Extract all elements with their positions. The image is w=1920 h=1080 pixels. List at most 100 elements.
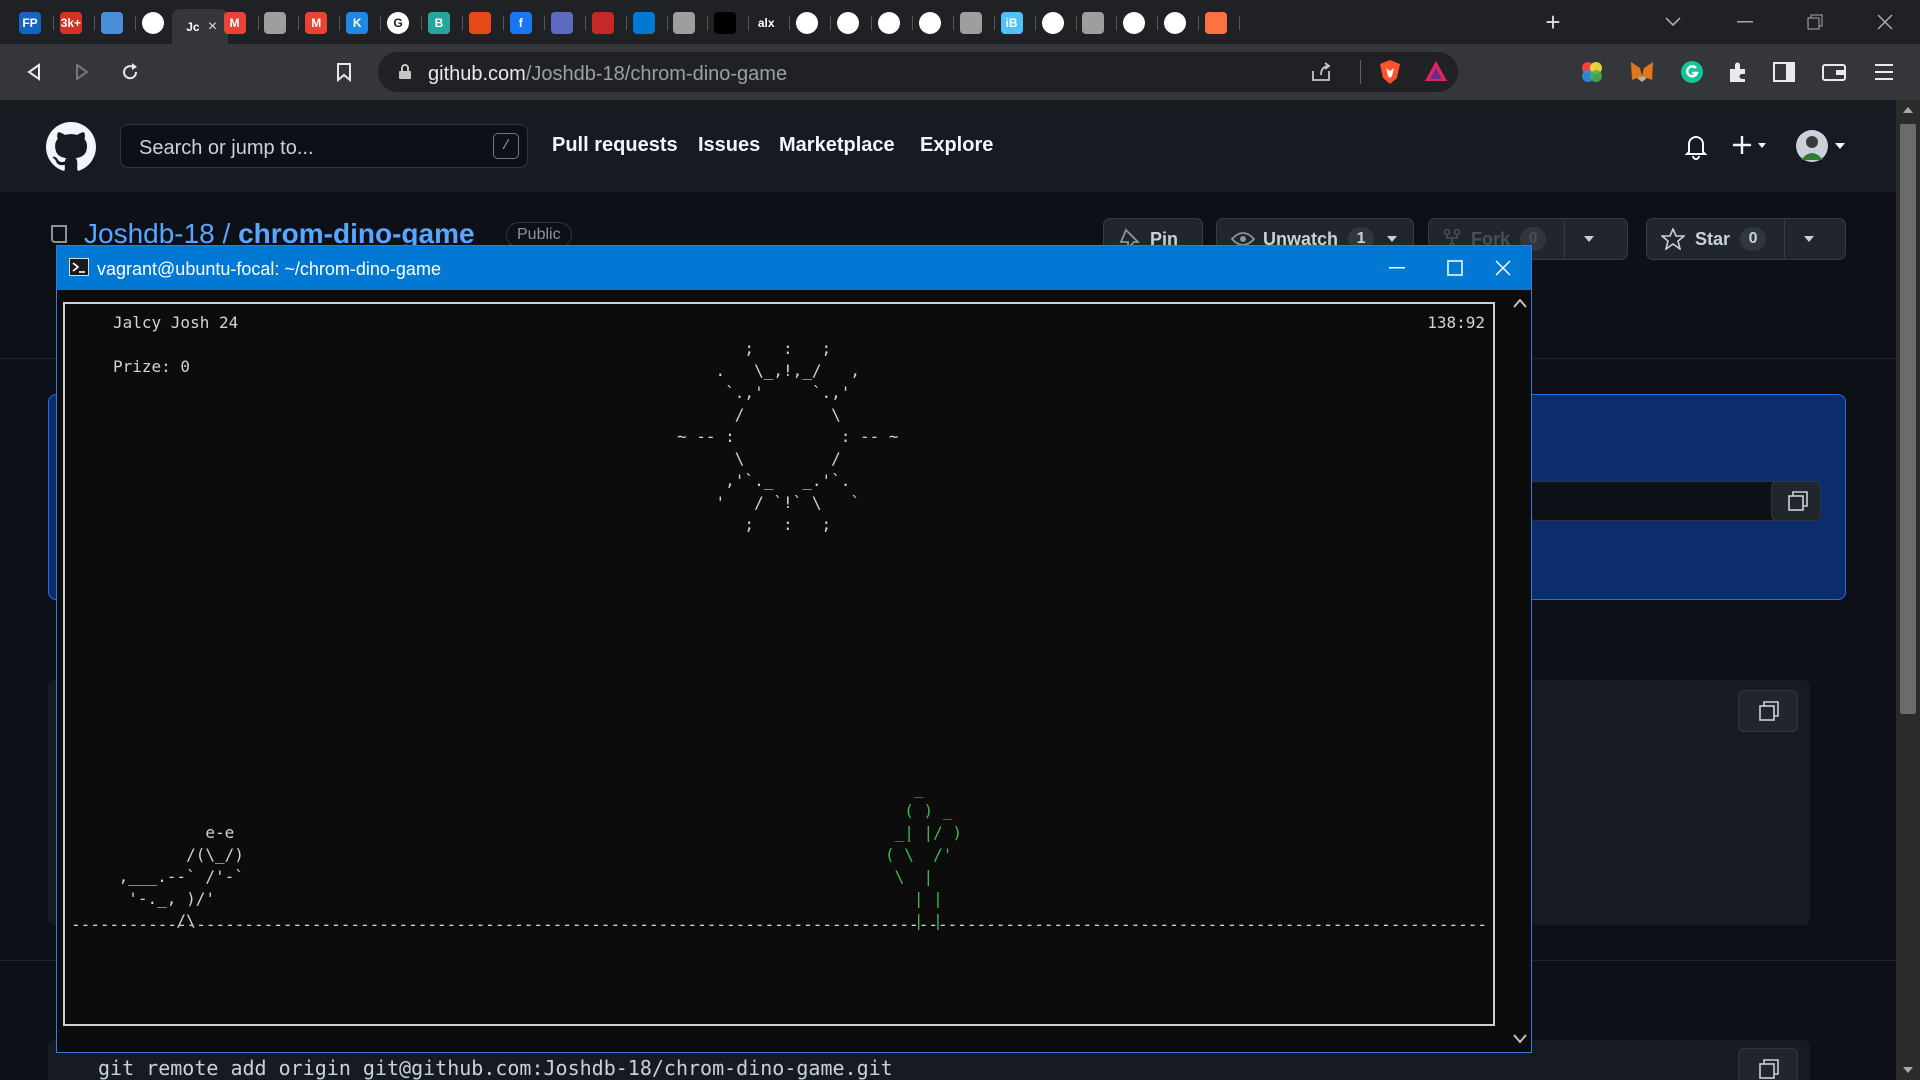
browser-tab[interactable]: B	[417, 9, 463, 37]
share-icon[interactable]	[1310, 62, 1332, 82]
tab-separator	[1239, 16, 1241, 30]
terminal-minimize-button[interactable]	[1369, 252, 1425, 284]
gmail-icon: M	[223, 12, 246, 34]
browser-tab[interactable]	[826, 9, 872, 37]
browser-tab[interactable]	[253, 9, 300, 37]
star-label: Star	[1695, 228, 1731, 249]
search-input[interactable]: Search or jump to... /	[120, 124, 528, 168]
alx-icon: alx	[755, 12, 778, 34]
browser-tab[interactable]	[131, 9, 177, 37]
game-frame: Jalcy Josh 24 Prize: 0 138:92 ; : ; . \_…	[63, 302, 1495, 1026]
terminal-scrollbar[interactable]	[1507, 290, 1531, 1054]
browser-tab[interactable]	[908, 9, 954, 37]
clone-url-input[interactable]	[1529, 481, 1799, 521]
browser-tab[interactable]	[540, 9, 586, 37]
github-logo-icon[interactable]	[46, 122, 96, 172]
browser-tab[interactable]: f	[499, 9, 545, 37]
url-text[interactable]: github.com/Joshdb-18/chrom-dino-game	[428, 63, 787, 86]
player-name: Jalcy Josh 24	[113, 313, 239, 332]
browser-tab[interactable]	[1112, 9, 1159, 37]
browser-tab[interactable]: 3k+	[49, 9, 95, 37]
create-new-dropdown[interactable]	[1732, 132, 1776, 160]
x-icon	[468, 12, 491, 34]
tab-title: Jc	[186, 19, 200, 34]
browser-tab[interactable]	[949, 9, 995, 37]
scroll-up-icon[interactable]	[1513, 298, 1527, 308]
browser-tab[interactable]	[90, 9, 136, 37]
nav-pull-requests[interactable]: Pull requests	[552, 134, 678, 157]
browser-tab[interactable]	[703, 9, 750, 37]
restore-window-button[interactable]	[1792, 8, 1838, 36]
copy-button[interactable]	[1738, 690, 1798, 732]
bookmark-icon[interactable]	[330, 58, 358, 86]
star-button[interactable]: Star 0	[1646, 218, 1846, 260]
nav-marketplace[interactable]: Marketplace	[779, 134, 895, 157]
chevron-down-icon	[1835, 143, 1845, 149]
browser-tab[interactable]: M	[294, 9, 341, 37]
sidebar-icon[interactable]	[1770, 58, 1798, 86]
brave-rewards-icon[interactable]	[1424, 60, 1448, 82]
copy-button[interactable]	[1738, 1048, 1798, 1080]
forward-icon[interactable]	[68, 58, 96, 86]
reload-icon[interactable]	[116, 58, 144, 86]
browser-tab[interactable]	[581, 9, 627, 37]
github-icon	[141, 12, 164, 34]
browser-tab[interactable]: FP	[8, 9, 54, 37]
github-icon	[1164, 12, 1187, 34]
grammarly-icon[interactable]	[1678, 58, 1706, 86]
star-count: 0	[1740, 227, 1767, 251]
browser-tab[interactable]: M	[213, 9, 259, 37]
fp-icon: FP	[19, 12, 41, 34]
metamask-icon[interactable]	[1628, 58, 1656, 86]
browser-tab[interactable]	[1194, 9, 1241, 37]
scrollbar-thumb[interactable]	[1900, 124, 1916, 714]
terminal-window[interactable]: vagrant@ubuntu-focal: ~/chrom-dino-game …	[56, 245, 1532, 1053]
browser-tab[interactable]	[1031, 9, 1077, 37]
repo-icon	[51, 225, 67, 243]
chevron-down-icon	[1584, 236, 1595, 242]
page-scrollbar[interactable]	[1896, 100, 1920, 1080]
browser-tab[interactable]	[622, 9, 668, 37]
scroll-down-icon[interactable]	[1902, 1066, 1914, 1074]
back-icon[interactable]	[20, 58, 48, 86]
wallet-icon[interactable]	[1820, 58, 1848, 86]
notifications-bell-icon[interactable]	[1684, 132, 1708, 160]
url-host: github.com	[428, 63, 526, 85]
browser-tab[interactable]	[867, 9, 913, 37]
browser-tab[interactable]	[662, 9, 709, 37]
close-window-button[interactable]	[1862, 8, 1908, 36]
github-icon	[1123, 12, 1146, 34]
nav-explore[interactable]: Explore	[920, 134, 993, 157]
copy-button[interactable]	[1771, 481, 1821, 521]
user-menu[interactable]	[1796, 130, 1848, 162]
menu-icon[interactable]	[1870, 58, 1898, 86]
browser-tab[interactable]: G	[376, 9, 423, 37]
nav-issues[interactable]: Issues	[698, 134, 760, 157]
extensions-icon[interactable]	[1724, 58, 1752, 86]
lock-icon	[399, 64, 411, 79]
browser-tab[interactable]: K	[335, 9, 382, 37]
gmail-icon: M	[305, 12, 328, 34]
browser-tab[interactable]: alx	[744, 9, 791, 37]
browser-tab[interactable]	[1153, 9, 1200, 37]
color-extension-icon[interactable]	[1578, 58, 1606, 86]
facebook-icon: f	[509, 12, 532, 34]
terminal-close-button[interactable]	[1475, 252, 1531, 284]
scroll-down-icon[interactable]	[1513, 1034, 1527, 1044]
browser-tab[interactable]: iB	[990, 9, 1036, 37]
scroll-up-icon[interactable]	[1902, 106, 1914, 114]
box-icon	[918, 12, 941, 34]
app-icon	[550, 12, 573, 34]
sun-ascii-art: ; : ; . \_,!,_/ , `.,' `.,' / \ ~ -- : :…	[677, 339, 899, 534]
terminal-title-bar[interactable]: vagrant@ubuntu-focal: ~/chrom-dino-game	[57, 246, 1531, 290]
b-icon: B	[428, 12, 450, 34]
brave-shield-icon[interactable]	[1378, 59, 1402, 85]
browser-tab[interactable]	[785, 9, 832, 37]
globe-icon	[1082, 12, 1105, 34]
address-bar[interactable]: github.com/Joshdb-18/chrom-dino-game	[378, 52, 1458, 92]
tab-search-icon[interactable]	[1650, 8, 1696, 36]
browser-tab[interactable]	[1071, 9, 1118, 37]
browser-tab[interactable]	[458, 9, 504, 37]
minimize-window-button[interactable]	[1722, 8, 1768, 36]
new-tab-button[interactable]: +	[1530, 7, 1576, 37]
